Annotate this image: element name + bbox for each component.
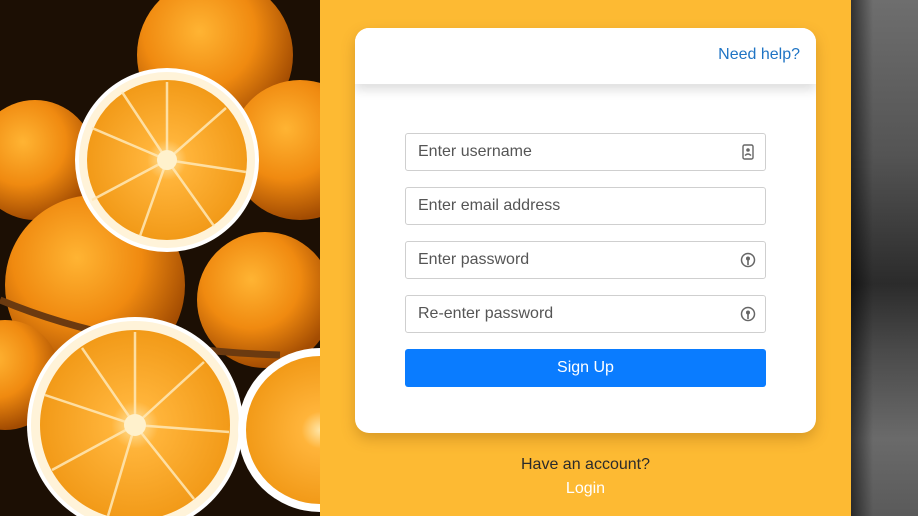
password-field-wrapper bbox=[405, 241, 766, 279]
have-account-prompt: Have an account? bbox=[521, 456, 650, 473]
confirm-password-input[interactable] bbox=[406, 296, 765, 332]
username-field-wrapper bbox=[405, 133, 766, 171]
need-help-link[interactable]: Need help? bbox=[718, 46, 800, 64]
signup-card: Need help? Enter username Enter email ad… bbox=[355, 28, 816, 433]
login-link[interactable]: Login bbox=[320, 480, 851, 498]
card-header: Need help? bbox=[355, 28, 816, 84]
confirm-password-field-wrapper bbox=[405, 295, 766, 333]
contact-card-icon bbox=[739, 143, 757, 161]
sign-up-button[interactable]: Sign Up bbox=[405, 349, 766, 387]
signup-panel: Need help? Enter username Enter email ad… bbox=[320, 0, 851, 516]
email-field-wrapper bbox=[405, 187, 766, 225]
password-key-icon[interactable] bbox=[739, 305, 757, 323]
username-input[interactable] bbox=[406, 134, 765, 170]
password-key-icon[interactable] bbox=[739, 251, 757, 269]
oranges-photo bbox=[0, 0, 320, 516]
background-photo-right bbox=[851, 0, 918, 516]
password-input[interactable] bbox=[406, 242, 765, 278]
email-input[interactable] bbox=[406, 188, 765, 224]
